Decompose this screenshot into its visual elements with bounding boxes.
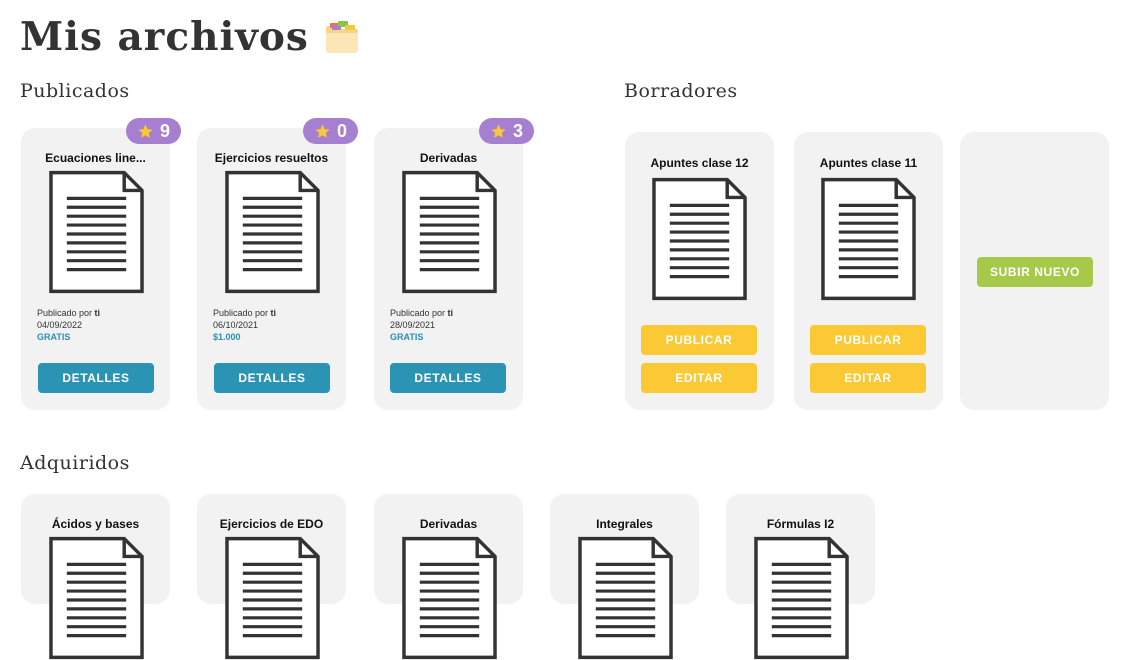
publish-meta: Publicado por ti 06/10/2021 $1.000 [213,307,276,343]
card-title: Ejercicios resueltos [214,151,329,165]
rating-badge: 0 [303,118,358,144]
card-title: Ácidos y bases [51,517,140,531]
document-icon [49,536,144,660]
acquired-card[interactable]: Derivadas [374,494,523,604]
price: GRATIS [390,332,424,342]
published-by-label: Publicado por [213,308,271,318]
rating-count: 3 [512,120,523,141]
draft-card[interactable]: Apuntes clase 12 PUBLICAR EDITAR [625,132,774,410]
document-icon [225,536,320,660]
publish-date: 04/09/2022 [37,320,83,330]
published-card[interactable]: Ecuaciones line... Publicado por ti 04/0… [21,128,170,410]
page-title: Mis archivos [20,14,359,60]
rating-count: 0 [336,120,347,141]
document-icon [402,536,497,660]
section-title-published: Publicados [20,80,130,102]
publish-date: 28/09/2021 [390,320,436,330]
author: ti [447,308,454,318]
published-by-label: Publicado por [37,308,95,318]
document-icon [49,170,144,294]
publish-meta: Publicado por ti 04/09/2022 GRATIS [37,307,100,343]
published-card[interactable]: Derivadas Publicado por ti 28/09/2021 GR… [374,128,523,410]
edit-button[interactable]: EDITAR [641,363,757,393]
card-title: Ecuaciones line... [45,151,146,165]
publish-button[interactable]: PUBLICAR [641,325,757,355]
card-title: Derivadas [419,517,478,531]
card-title: Derivadas [419,151,478,165]
document-icon [225,170,320,294]
acquired-card[interactable]: Integrales [550,494,699,604]
card-title: Ejercicios de EDO [219,517,324,531]
star-icon [137,123,154,140]
acquired-card[interactable]: Ejercicios de EDO [197,494,346,604]
rating-count: 9 [159,120,170,141]
author: ti [270,308,277,318]
details-button[interactable]: DETALLES [390,363,506,393]
author: ti [94,308,101,318]
rating-badge: 9 [126,118,181,144]
details-button[interactable]: DETALLES [214,363,330,393]
edit-button[interactable]: EDITAR [810,363,926,393]
acquired-card[interactable]: Ácidos y bases [21,494,170,604]
card-title: Apuntes clase 12 [650,156,749,170]
document-icon [652,177,747,301]
publish-button[interactable]: PUBLICAR [810,325,926,355]
folder-icon [325,21,358,53]
published-card[interactable]: Ejercicios resueltos Publicado por ti 06… [197,128,346,410]
star-icon [490,123,507,140]
section-title-acquired: Adquiridos [20,452,130,474]
document-icon [402,170,497,294]
publish-date: 06/10/2021 [213,320,259,330]
upload-card: SUBIR NUEVO [960,132,1109,410]
publish-meta: Publicado por ti 28/09/2021 GRATIS [390,307,453,343]
section-title-drafts: Borradores [624,80,738,102]
acquired-card[interactable]: Fórmulas I2 [726,494,875,604]
rating-badge: 3 [479,118,534,144]
details-button[interactable]: DETALLES [38,363,154,393]
document-icon [754,536,849,660]
card-title: Apuntes clase 11 [819,156,918,170]
price: $1.000 [213,332,241,342]
document-icon [821,177,916,301]
draft-card[interactable]: Apuntes clase 11 PUBLICAR EDITAR [794,132,943,410]
upload-new-button[interactable]: SUBIR NUEVO [977,257,1093,287]
price: GRATIS [37,332,71,342]
card-title: Integrales [596,517,653,531]
published-by-label: Publicado por [390,308,448,318]
card-title: Fórmulas I2 [766,517,835,531]
star-icon [314,123,331,140]
document-icon [578,536,673,660]
page-title-text: Mis archivos [20,14,309,60]
